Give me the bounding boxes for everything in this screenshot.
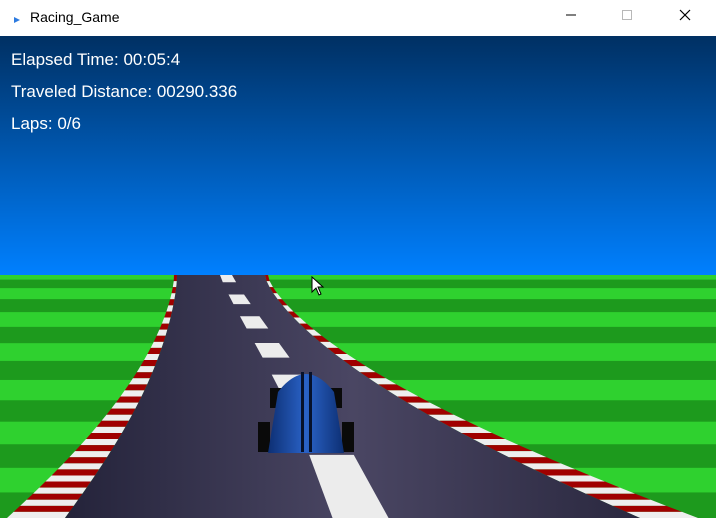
close-icon	[679, 8, 691, 26]
title-bar: Racing_Game	[0, 0, 716, 36]
laps-label: Laps:	[11, 114, 53, 133]
maximize-button[interactable]	[604, 0, 650, 34]
game-viewport[interactable]: Elapsed Time: 00:05:4 Traveled Distance:…	[0, 36, 716, 518]
sky	[0, 36, 716, 275]
game-scene	[0, 36, 716, 518]
elapsed-label: Elapsed Time:	[11, 50, 119, 69]
minimize-button[interactable]	[548, 0, 594, 34]
distance-value: 00290.336	[156, 82, 238, 101]
window-title: Racing_Game	[30, 9, 120, 25]
maximize-icon	[621, 8, 633, 26]
elapsed-time: Elapsed Time: 00:05:4	[11, 50, 180, 70]
laps-value: 0/6	[57, 114, 81, 133]
elapsed-value: 00:05:4	[123, 50, 181, 69]
laps-counter: Laps: 0/6	[11, 114, 81, 134]
distance-label: Traveled Distance:	[11, 82, 153, 101]
close-button[interactable]	[662, 0, 708, 34]
app-icon	[12, 12, 22, 23]
traveled-distance: Traveled Distance: 00290.336	[11, 82, 237, 102]
minimize-icon	[565, 8, 577, 26]
